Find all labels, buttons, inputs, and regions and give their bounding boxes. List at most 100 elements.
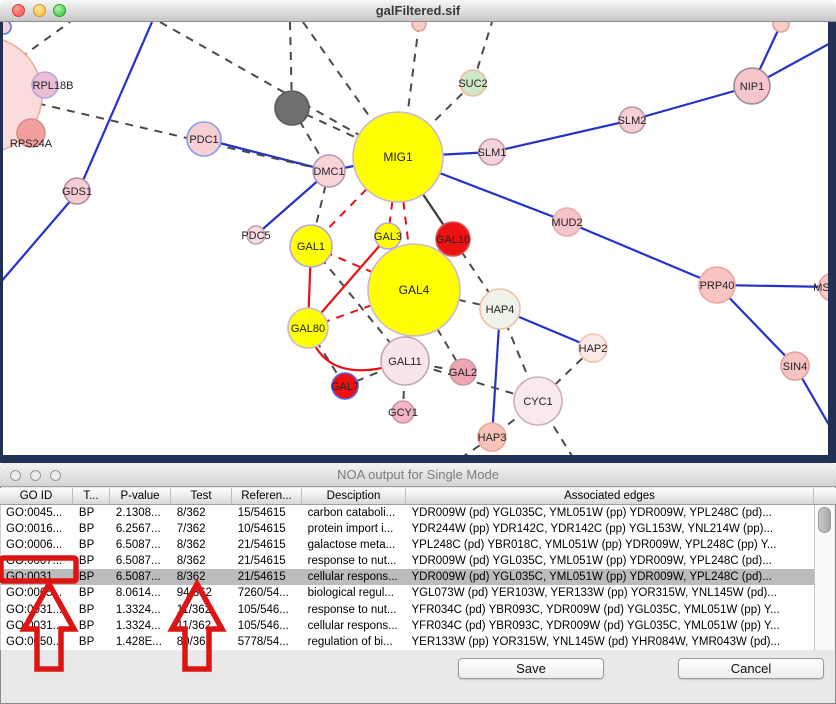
- cell-type: BP: [74, 537, 111, 553]
- cell-go-id: GO:0050...: [1, 634, 74, 650]
- cell-reference: 15/54615: [233, 505, 303, 521]
- node-label-slm2: SLM2: [618, 115, 647, 127]
- table-header: GO IDT...P-valueTestReferen...Desciption…: [0, 488, 836, 505]
- cell-edges: YDR009W (pd) YGL035C, YML051W (pp) YDR00…: [407, 569, 814, 585]
- scrollbar-thumb[interactable]: [818, 507, 831, 533]
- node-unlabeled[interactable]: [412, 22, 426, 31]
- cell-type: BP: [74, 505, 111, 521]
- table-row[interactable]: GO:0031...BP6.5087...8/36221/54615cellul…: [1, 569, 814, 585]
- cell-reference: 21/54615: [233, 553, 303, 569]
- column-header-referen-[interactable]: Referen...: [232, 488, 302, 504]
- table-row[interactable]: GO:0007...BP6.5087...8/36221/54615respon…: [1, 553, 814, 569]
- node-label-gal4: GAL4: [399, 283, 430, 297]
- table-row[interactable]: GO:0031...BP1.3324...11/362105/546...cel…: [1, 618, 814, 634]
- cell-p-value: 8.0614...: [111, 585, 172, 601]
- node-label-gcy1: GCY1: [388, 407, 418, 419]
- cell-p-value: 1.3324...: [111, 602, 172, 618]
- network-edge-blue: [0, 192, 78, 283]
- network-edge-blue: [492, 120, 632, 152]
- cell-description: galactose meta...: [303, 537, 407, 553]
- column-header-p-value[interactable]: P-value: [110, 488, 171, 504]
- cell-edges: YPL248C (pd) YBR018C, YML051W (pp) YDR00…: [407, 537, 814, 553]
- cell-test: 94/362: [172, 585, 233, 601]
- node-label-gal3: GAL3: [374, 231, 402, 243]
- node-label-hap2: HAP2: [579, 343, 608, 355]
- table-row[interactable]: GO:0016...BP6.2567...7/36210/54615protei…: [1, 521, 814, 537]
- cell-type: BP: [74, 553, 111, 569]
- cell-test: 11/362: [172, 618, 233, 634]
- cell-edges: YFR034C (pd) YBR093C, YDR009W (pd) YGL03…: [407, 618, 814, 634]
- node-label-rpl18b: RPL18B: [33, 80, 74, 92]
- column-header-go-id[interactable]: GO ID: [0, 488, 73, 504]
- cell-type: BP: [74, 634, 111, 650]
- cell-edges: YDR009W (pd) YGL035C, YML051W (pp) YDR00…: [407, 505, 814, 521]
- table-row[interactable]: GO:0045...BP2.1308...8/36215/54615carbon…: [1, 505, 814, 521]
- cell-edges: YER133W (pp) YOR315W, YNL145W (pd) YHR08…: [407, 634, 814, 650]
- cell-p-value: 1.428E...: [111, 634, 172, 650]
- node-label-gal11: GAL11: [388, 356, 421, 368]
- node-label-sin4: SIN4: [783, 361, 807, 373]
- cell-type: BP: [74, 521, 111, 537]
- window-frame: [0, 22, 3, 463]
- window-frame: [0, 455, 836, 463]
- node-label-gal1: GAL1: [297, 241, 325, 253]
- cell-reference: 7260/54...: [233, 585, 303, 601]
- cell-go-id: GO:0016...: [1, 521, 74, 537]
- network-edge-gray: [20, 22, 70, 58]
- screen: galFiltered.sif RPL18BRPS24AGDS1PDC1DMC1…: [0, 0, 836, 704]
- column-header-associated-edges[interactable]: Associated edges: [406, 488, 814, 504]
- cell-test: 8/362: [172, 569, 233, 585]
- network-canvas[interactable]: RPL18BRPS24AGDS1PDC1DMC1MIG1SUC2SLM1SLM2…: [0, 22, 836, 463]
- table-row[interactable]: GO:0065...BP8.0614...94/3627260/54...bio…: [1, 585, 814, 601]
- cell-type: BP: [74, 585, 111, 601]
- cell-description: cellular respons...: [303, 569, 407, 585]
- cell-p-value: 2.1308...: [111, 505, 172, 521]
- cell-go-id: GO:0031...: [1, 618, 74, 634]
- network-edge-blue: [204, 139, 329, 171]
- cell-go-id: GO:0045...: [1, 505, 74, 521]
- network-edge-red: [314, 344, 382, 370]
- cell-test: 80/362: [172, 634, 233, 650]
- node-unlabeled[interactable]: [773, 22, 789, 32]
- cell-reference: 10/54615: [233, 521, 303, 537]
- cell-description: carbon cataboli...: [303, 505, 407, 521]
- noa-window-title: NOA output for Single Mode: [0, 467, 836, 482]
- noa-titlebar[interactable]: NOA output for Single Mode: [0, 463, 836, 487]
- table-row[interactable]: GO:0050...BP1.428E...80/3625778/54...reg…: [1, 634, 814, 650]
- cell-type: BP: [74, 569, 111, 585]
- cell-edges: YDR009W (pd) YGL035C, YML051W (pp) YDR00…: [407, 553, 814, 569]
- column-header-t-[interactable]: T...: [73, 488, 110, 504]
- network-window-title: galFiltered.sif: [0, 3, 836, 18]
- vertical-scrollbar[interactable]: [814, 505, 834, 650]
- cell-description: response to nut...: [303, 553, 407, 569]
- node-label-pdc1: PDC1: [189, 134, 218, 146]
- node-label-rps24a: RPS24A: [10, 138, 53, 150]
- cell-test: 8/362: [172, 553, 233, 569]
- cell-p-value: 6.5087...: [111, 537, 172, 553]
- column-header-test[interactable]: Test: [171, 488, 232, 504]
- cell-description: cellular respons...: [303, 618, 407, 634]
- table-row[interactable]: GO:0031...BP1.3324...11/362105/546...res…: [1, 602, 814, 618]
- cell-p-value: 6.2567...: [111, 521, 172, 537]
- network-window: galFiltered.sif RPL18BRPS24AGDS1PDC1DMC1…: [0, 0, 836, 463]
- node-label-mig1: MIG1: [383, 150, 413, 164]
- cell-p-value: 1.3324...: [111, 618, 172, 634]
- cell-p-value: 6.5087...: [111, 569, 172, 585]
- node-label-slm1: SLM1: [478, 147, 507, 159]
- cell-reference: 5778/54...: [233, 634, 303, 650]
- save-button[interactable]: Save: [458, 658, 604, 679]
- node-label-gal80: GAL80: [291, 323, 325, 335]
- node-label-gal10: GAL10: [436, 234, 470, 246]
- cell-reference: 105/546...: [233, 602, 303, 618]
- cell-description: protein import i...: [303, 521, 407, 537]
- node-unlabeled[interactable]: [275, 91, 309, 125]
- cell-go-id: GO:0065...: [1, 585, 74, 601]
- table-row[interactable]: GO:0006...BP6.5087...8/36221/54615galact…: [1, 537, 814, 553]
- node-label-suc2: SUC2: [458, 78, 487, 90]
- column-header-desciption[interactable]: Desciption: [302, 488, 406, 504]
- cell-go-id: GO:0031...: [1, 569, 74, 585]
- cell-reference: 21/54615: [233, 537, 303, 553]
- cell-description: regulation of bi...: [303, 634, 407, 650]
- network-titlebar[interactable]: galFiltered.sif: [0, 0, 836, 22]
- cancel-button[interactable]: Cancel: [678, 658, 824, 679]
